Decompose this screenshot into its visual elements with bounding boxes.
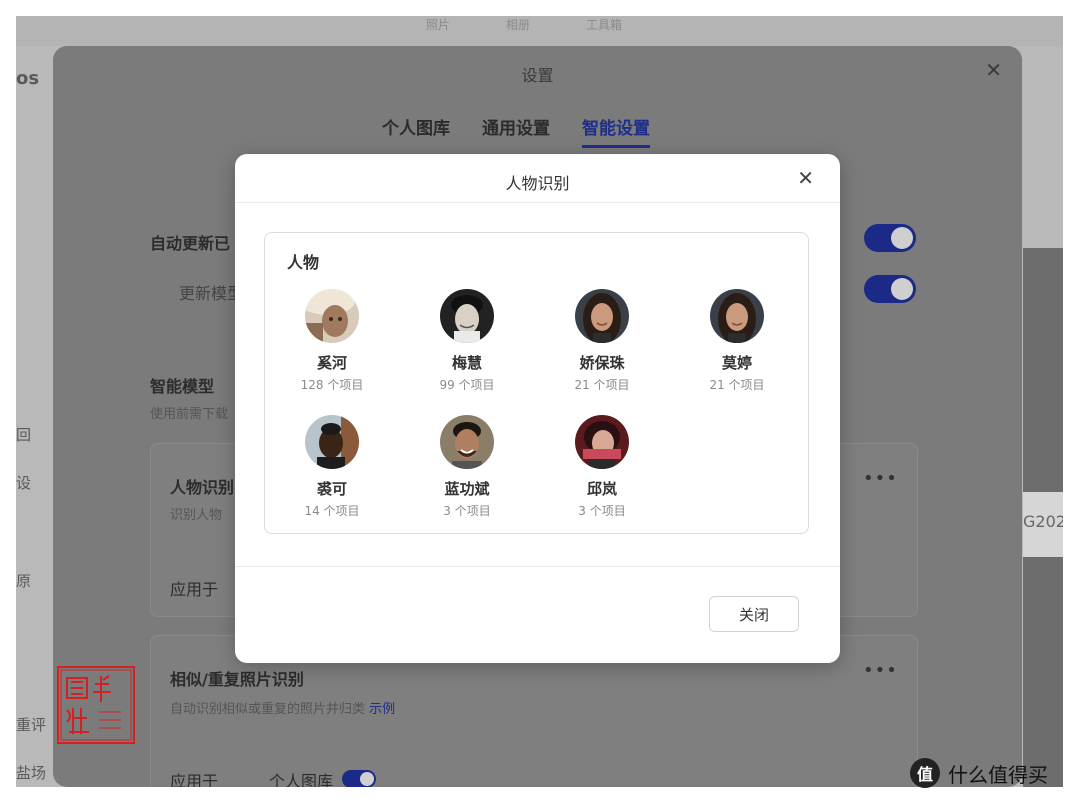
face-recognition-modal: 人物识别 ✕ 人物 奚河 128 个项目 梅慧 99 个项目 娇保珠 21 个项… — [235, 154, 840, 663]
settings-title: 设置 — [521, 66, 554, 85]
person-avatar — [440, 289, 494, 343]
more-icon[interactable]: ••• — [863, 660, 898, 681]
person-item-count: 3 个项目 — [443, 504, 491, 518]
person-name: 邱岚 — [586, 480, 617, 498]
person-avatar — [575, 289, 629, 343]
person-avatar — [575, 415, 629, 469]
person-item-count: 14 个项目 — [304, 504, 360, 518]
smart-model-desc: 使用前需下载 — [150, 407, 229, 422]
similar-card-apply-label: 应用于 — [170, 772, 219, 787]
close-button[interactable]: 关闭 — [709, 596, 799, 632]
sidebar-fragment[interactable]: 设 — [16, 472, 31, 493]
top-nav: 照片 相册 工具箱 — [16, 16, 1063, 46]
watermark-seal — [57, 666, 135, 744]
person-name: 裘可 — [316, 480, 347, 498]
app-logo-fragment: os — [16, 68, 40, 89]
modal-title: 人物识别 — [505, 174, 570, 193]
person-avatar — [710, 289, 764, 343]
person-name: 梅慧 — [451, 354, 482, 372]
settings-tabs: 个人图库 通用设置 智能设置 — [382, 114, 650, 148]
modal-footer-divider — [235, 566, 840, 567]
person-item[interactable]: 邱岚 3 个项目 — [535, 415, 669, 519]
person-name: 娇保珠 — [579, 354, 625, 372]
more-icon[interactable]: ••• — [863, 468, 898, 489]
smart-model-heading: 智能模型 — [150, 377, 215, 396]
people-panel: 人物 奚河 128 个项目 梅慧 99 个项目 娇保珠 21 个项目 莫婷 21… — [264, 232, 809, 534]
background-photo-caption: G202 — [1023, 492, 1063, 557]
similar-card-title: 相似/重复照片识别 — [170, 670, 304, 689]
person-item-count: 21 个项目 — [574, 378, 630, 392]
tab-general-settings[interactable]: 通用设置 — [482, 114, 550, 148]
personal-library-toggle[interactable] — [342, 770, 376, 787]
tab-personal-library[interactable]: 个人图库 — [382, 114, 450, 148]
person-item-count: 21 个项目 — [709, 378, 765, 392]
person-item-count: 3 个项目 — [578, 504, 626, 518]
example-link[interactable]: 示例 — [369, 702, 395, 717]
person-avatar — [305, 415, 359, 469]
person-name: 莫婷 — [721, 354, 752, 372]
close-icon[interactable]: ✕ — [797, 168, 814, 188]
similar-card-desc: 自动识别相似或重复的照片并归类 示例 — [170, 702, 396, 717]
person-avatar — [440, 415, 494, 469]
person-item-count: 128 个项目 — [300, 378, 364, 392]
modal-divider — [235, 202, 840, 203]
person-avatar — [305, 289, 359, 343]
person-name: 奚河 — [316, 354, 347, 372]
auto-update-label: 自动更新已 — [150, 234, 231, 253]
sidebar-fragment[interactable]: 重评 — [16, 714, 46, 735]
person-item[interactable]: 梅慧 99 个项目 — [400, 289, 534, 393]
person-item[interactable]: 蓝功斌 3 个项目 — [400, 415, 534, 519]
person-item[interactable]: 娇保珠 21 个项目 — [535, 289, 669, 393]
sidebar-fragment[interactable]: 原 — [16, 570, 31, 591]
person-item[interactable]: 奚河 128 个项目 — [265, 289, 399, 393]
nav-tab-albums[interactable]: 相册 — [506, 16, 530, 33]
update-model-toggle[interactable] — [864, 275, 916, 303]
brand-text: 什么值得买 — [948, 762, 1048, 787]
face-card-desc: 识别人物 — [170, 508, 223, 523]
face-card-title: 人物识别 — [170, 478, 235, 497]
brand-logo-icon: 值 — [910, 758, 940, 788]
sidebar-fragment[interactable]: 盐场 — [16, 762, 46, 783]
nav-tab-photos[interactable]: 照片 — [426, 16, 450, 33]
auto-update-toggle[interactable] — [864, 224, 916, 252]
personal-library-label: 个人图库 — [269, 772, 334, 787]
tab-smart-settings[interactable]: 智能设置 — [582, 114, 650, 148]
update-model-label: 更新模型 — [179, 284, 244, 303]
close-icon[interactable]: ✕ — [985, 58, 1002, 82]
nav-tab-tools[interactable]: 工具箱 — [586, 16, 622, 33]
person-item-count: 99 个项目 — [439, 378, 495, 392]
person-item[interactable]: 莫婷 21 个项目 — [670, 289, 804, 393]
person-item[interactable]: 裘可 14 个项目 — [265, 415, 399, 519]
person-name: 蓝功斌 — [444, 480, 490, 498]
people-section-title: 人物 — [287, 253, 320, 272]
face-card-apply-label: 应用于 — [170, 580, 219, 599]
brand-watermark: 值 什么值得买 — [910, 758, 1048, 788]
sidebar-fragment[interactable]: 回 — [16, 424, 31, 445]
